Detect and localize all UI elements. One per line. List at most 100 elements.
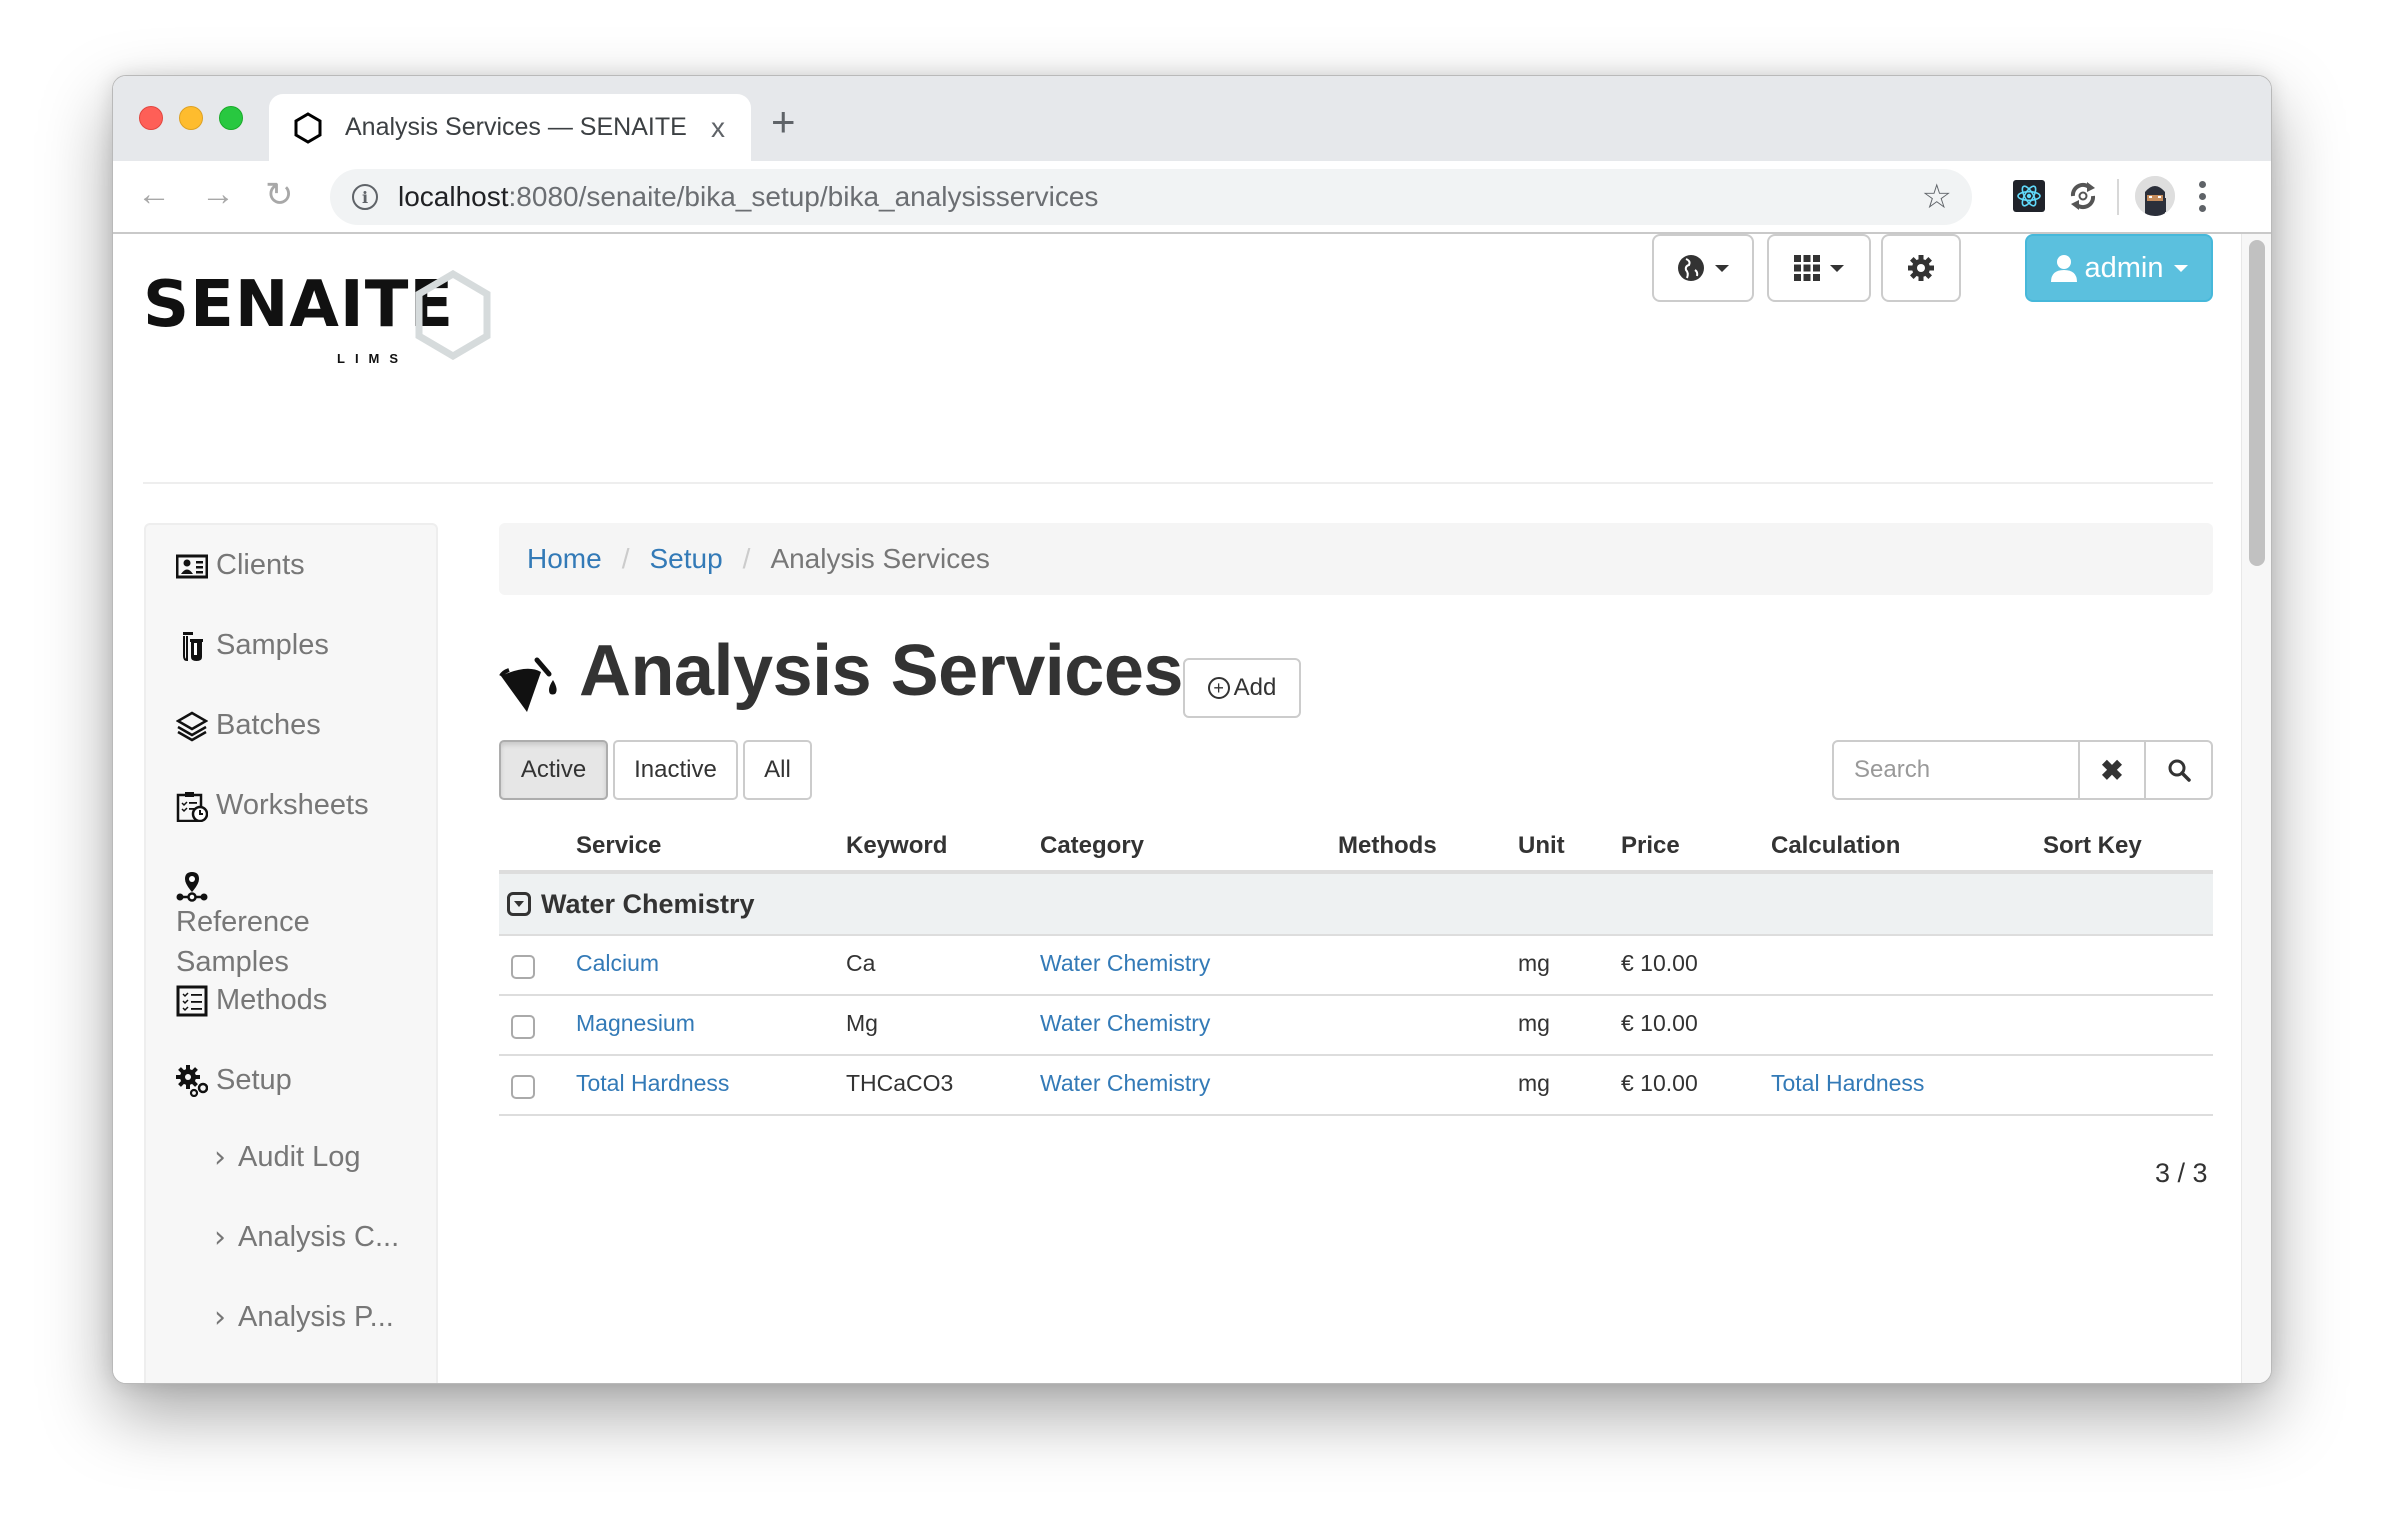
sidebar-item-label: Clients bbox=[216, 549, 305, 581]
column-header-category[interactable]: Category bbox=[1040, 832, 1144, 860]
table-row: Total Hardness THCaCO3 Water Chemistry m… bbox=[499, 1056, 2213, 1116]
caret-down-icon bbox=[1830, 264, 1844, 272]
new-tab-button[interactable]: + bbox=[771, 98, 796, 146]
grid-icon bbox=[1794, 255, 1820, 281]
sidebar-item-clients[interactable]: Clients bbox=[176, 545, 305, 585]
column-header-unit[interactable]: Unit bbox=[1518, 832, 1565, 860]
column-header-methods[interactable]: Methods bbox=[1338, 832, 1437, 860]
tab-close-button[interactable]: x bbox=[711, 112, 725, 144]
column-header-sort-key[interactable]: Sort Key bbox=[2043, 832, 2142, 860]
unit-cell: mg bbox=[1518, 1070, 1550, 1096]
keyword-cell: Mg bbox=[846, 1010, 878, 1036]
sidebar-item-worksheets[interactable]: Worksheets bbox=[176, 785, 369, 825]
keyword-cell: Ca bbox=[846, 950, 876, 976]
apps-dropdown-button[interactable] bbox=[1767, 234, 1871, 302]
sidebar-item-setup[interactable]: Setup bbox=[176, 1060, 292, 1100]
bookmark-star-icon[interactable]: ☆ bbox=[1922, 177, 1952, 217]
browser-tab[interactable]: Analysis Services — SENAITE x bbox=[269, 94, 751, 161]
sidebar-item-samples[interactable]: Samples bbox=[176, 625, 329, 665]
tab-strip: Analysis Services — SENAITE x + bbox=[113, 76, 2271, 161]
page-scrollbar[interactable] bbox=[2241, 234, 2271, 1383]
map-pin-network-icon bbox=[176, 872, 208, 902]
filter-all-button[interactable]: All bbox=[743, 740, 812, 800]
category-link[interactable]: Water Chemistry bbox=[1040, 1010, 1210, 1037]
column-header-service[interactable]: Service bbox=[576, 832, 661, 860]
sidebar-subitem-label: Analysis T... bbox=[238, 1381, 392, 1383]
sidebar-item-label: Reference Samples bbox=[176, 906, 310, 978]
sidebar-item-reference-samples[interactable]: Reference Samples bbox=[176, 865, 406, 982]
sidebar-item-methods[interactable]: Methods bbox=[176, 980, 327, 1020]
sidebar-subitem-analysis-templates[interactable]: › Analysis T... bbox=[214, 1380, 392, 1383]
service-link[interactable]: Calcium bbox=[576, 950, 659, 977]
language-dropdown-button[interactable] bbox=[1652, 234, 1754, 302]
row-checkbox[interactable] bbox=[511, 1075, 535, 1099]
react-devtools-extension-icon[interactable] bbox=[2013, 180, 2045, 212]
column-header-keyword[interactable]: Keyword bbox=[846, 832, 947, 860]
senaite-logo[interactable]: SENAITE LIMS bbox=[143, 268, 503, 368]
chevron-right-icon: › bbox=[214, 1300, 226, 1335]
breadcrumb: Home / Setup / Analysis Services bbox=[499, 523, 2213, 595]
url-path: :8080/senaite/bika_setup/bika_analysisse… bbox=[508, 181, 1099, 212]
sidebar-subitem-audit-log[interactable]: › Audit Log bbox=[214, 1140, 361, 1175]
browser-menu-icon[interactable] bbox=[2199, 181, 2207, 217]
clear-search-button[interactable]: ✖ bbox=[2080, 740, 2146, 800]
service-link[interactable]: Magnesium bbox=[576, 1010, 695, 1037]
search-button[interactable] bbox=[2146, 740, 2213, 800]
unit-cell: mg bbox=[1518, 950, 1550, 976]
chevron-right-icon: › bbox=[214, 1380, 226, 1383]
gears-icon bbox=[176, 1065, 208, 1097]
sync-extension-icon[interactable] bbox=[2065, 178, 2101, 214]
sidebar-item-label: Batches bbox=[216, 709, 321, 741]
calculation-link[interactable]: Total Hardness bbox=[1771, 1070, 1924, 1097]
column-header-calculation[interactable]: Calculation bbox=[1771, 832, 1900, 860]
checklist-icon bbox=[176, 985, 208, 1017]
site-info-icon[interactable]: i bbox=[352, 184, 378, 210]
toolbar-separator bbox=[2117, 179, 2119, 215]
profile-avatar[interactable] bbox=[2135, 176, 2175, 216]
collapse-toggle-icon[interactable] bbox=[507, 892, 531, 916]
chevron-right-icon: › bbox=[214, 1220, 226, 1255]
breadcrumb-separator: / bbox=[742, 543, 751, 574]
user-icon bbox=[2050, 255, 2077, 282]
row-checkbox[interactable] bbox=[511, 955, 535, 979]
category-group-row[interactable]: Water Chemistry bbox=[499, 874, 2213, 936]
page-content: SENAITE LIMS admin Clients Samples Batch… bbox=[113, 234, 2243, 1383]
filter-active-button[interactable]: Active bbox=[499, 740, 608, 800]
price-cell: € 10.00 bbox=[1621, 950, 1698, 976]
add-button[interactable]: + Add bbox=[1183, 658, 1301, 718]
column-header-price[interactable]: Price bbox=[1621, 832, 1680, 860]
address-card-icon bbox=[176, 554, 208, 579]
flask-pour-icon bbox=[499, 657, 557, 712]
browser-window: Analysis Services — SENAITE x + ← → ↻ i … bbox=[112, 75, 2272, 1384]
unit-cell: mg bbox=[1518, 1010, 1550, 1036]
breadcrumb-setup[interactable]: Setup bbox=[649, 543, 722, 575]
maximize-window-button[interactable] bbox=[219, 106, 243, 130]
filter-inactive-button[interactable]: Inactive bbox=[613, 740, 738, 800]
sidebar-subitem-analysis-categories[interactable]: › Analysis C... bbox=[214, 1220, 399, 1255]
row-checkbox[interactable] bbox=[511, 1015, 535, 1039]
sidebar: Clients Samples Batches Worksheets Refer… bbox=[144, 523, 438, 1383]
scrollbar-thumb[interactable] bbox=[2249, 240, 2265, 566]
keyword-cell: THCaCO3 bbox=[846, 1070, 954, 1096]
search-input[interactable] bbox=[1832, 740, 2080, 800]
service-link[interactable]: Total Hardness bbox=[576, 1070, 729, 1097]
minimize-window-button[interactable] bbox=[179, 106, 203, 130]
reload-button[interactable]: ↻ bbox=[265, 175, 294, 215]
user-menu-button[interactable]: admin bbox=[2025, 234, 2213, 302]
settings-button[interactable] bbox=[1881, 234, 1961, 302]
forward-button[interactable]: → bbox=[201, 175, 235, 214]
close-window-button[interactable] bbox=[139, 106, 163, 130]
url-host: localhost bbox=[398, 181, 509, 212]
sidebar-item-label: Methods bbox=[216, 984, 328, 1016]
breadcrumb-home[interactable]: Home bbox=[527, 543, 602, 575]
search-group: ✖ bbox=[1832, 740, 2213, 800]
sidebar-item-batches[interactable]: Batches bbox=[176, 705, 321, 745]
sidebar-subitem-analysis-profiles[interactable]: › Analysis P... bbox=[214, 1300, 394, 1335]
back-button[interactable]: ← bbox=[137, 175, 171, 214]
address-bar[interactable]: i localhost :8080/senaite/bika_setup/bik… bbox=[330, 169, 1972, 225]
category-link[interactable]: Water Chemistry bbox=[1040, 950, 1210, 977]
analysis-services-table: Service Keyword Category Methods Unit Pr… bbox=[499, 824, 2213, 1116]
category-link[interactable]: Water Chemistry bbox=[1040, 1070, 1210, 1097]
price-cell: € 10.00 bbox=[1621, 1010, 1698, 1036]
add-button-label: Add bbox=[1233, 674, 1277, 701]
